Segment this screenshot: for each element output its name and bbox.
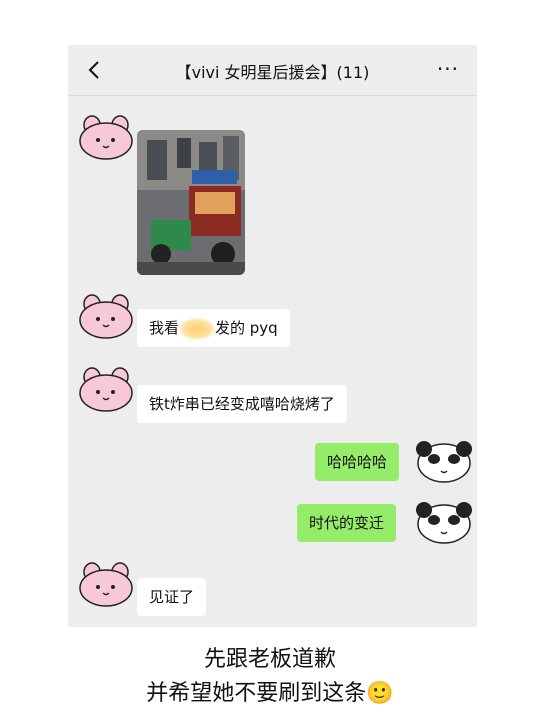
panda-avatar[interactable] [416, 498, 472, 546]
pink-bunny-avatar[interactable] [78, 365, 134, 413]
message-text: 发的 pyq [215, 319, 278, 337]
message-bubble-sent[interactable]: 哈哈哈哈 [315, 443, 400, 481]
chat-header: 【vivi 女明星后援会】(11) ··· [68, 45, 477, 96]
message-bubble[interactable]: 铁t炸串已经变成嘻哈烧烤了 [137, 385, 347, 423]
street-food-cart-photo [137, 130, 245, 275]
more-options-icon[interactable]: ··· [437, 57, 459, 81]
blurred-name-sticker [179, 317, 216, 340]
pink-bunny-avatar[interactable] [78, 560, 134, 608]
message-text: 我看 [149, 319, 180, 337]
chat-title: 【vivi 女明星后援会】(11) [175, 63, 370, 82]
message-bubble[interactable]: 见证了 [137, 578, 207, 616]
pink-bunny-avatar[interactable] [78, 113, 134, 161]
caption-line-2: 并希望她不要刷到这条🙂 [146, 681, 394, 706]
pink-bunny-avatar[interactable] [78, 292, 134, 340]
chat-screen: 【vivi 女明星后援会】(11) ··· 我看 发的 pyq 铁t炸串已经变成… [68, 45, 477, 627]
panda-avatar[interactable] [416, 437, 472, 485]
message-bubble[interactable]: 我看 发的 pyq [137, 309, 290, 347]
message-bubble-sent[interactable]: 时代的变迁 [297, 504, 397, 542]
image-message[interactable] [137, 130, 245, 275]
caption-line-1: 先跟老板道歉 [203, 647, 336, 672]
